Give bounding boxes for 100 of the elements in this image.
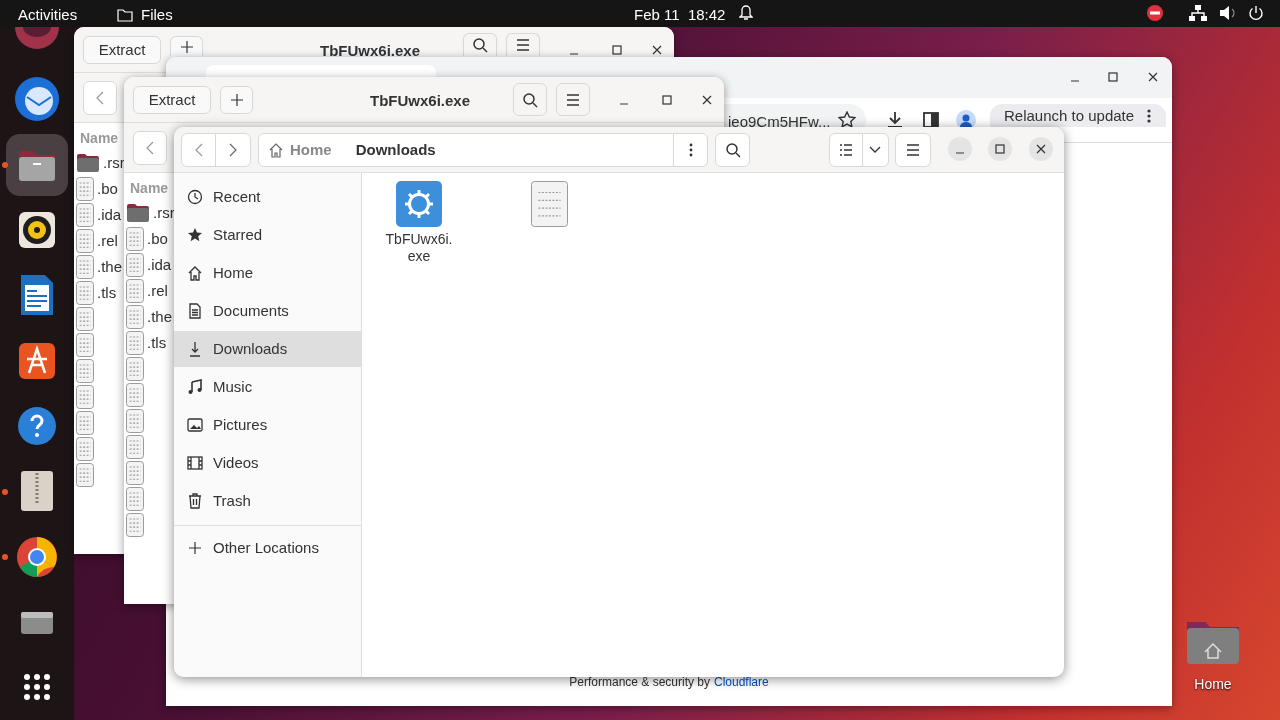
sidebar-item[interactable]: Trash [174,483,361,519]
close-icon [1148,72,1158,82]
file-name: .bo [97,178,118,199]
back-icon [96,91,104,105]
maximize-button[interactable] [988,137,1012,161]
file-name: .the [147,306,173,327]
plus-icon [187,540,203,556]
document-icon [187,303,203,319]
mail-icon [13,75,61,124]
menu-icon [516,39,530,51]
menu-button[interactable] [506,33,540,56]
plus-icon [230,94,243,106]
volume-icon[interactable] [1219,5,1237,21]
activities-button[interactable]: Activities [18,4,78,27]
search-icon [522,91,538,108]
file-name: .bo [147,228,168,249]
path-segment[interactable]: Downloads [355,138,436,162]
image-icon [187,417,203,433]
download-icon[interactable] [887,111,903,129]
column-header: Name [130,179,169,198]
back-icon [146,141,154,155]
extract-button[interactable]: Extract [133,86,211,114]
app-menu-button[interactable]: Files [117,4,173,27]
star-icon[interactable] [838,111,856,129]
relaunch-button[interactable]: Relaunch to update [990,104,1166,127]
menu-button[interactable] [895,133,931,167]
file-name: .tls [147,332,167,353]
more-icon [688,143,693,157]
home-icon [268,142,284,158]
forward-icon [229,143,237,157]
file-name: .ida [147,254,172,275]
path-segment[interactable]: Home [290,138,332,162]
list-view-icon [838,144,853,156]
search-button[interactable] [513,83,547,116]
url-text: jeo9Cm5HFw... [728,112,831,132]
close-button[interactable] [1029,137,1053,161]
home-icon [187,265,203,281]
sidebar-item[interactable]: Home [174,255,361,291]
sidebar-item[interactable]: Music [174,369,361,405]
sidebar-item[interactable]: Other Locations [174,530,361,566]
trash-icon [187,493,203,509]
folder-icon [76,153,100,173]
column-header: Name [80,129,119,148]
add-button[interactable] [170,36,203,56]
add-button[interactable] [220,86,253,114]
file-name: .tls [97,282,117,303]
download-icon [187,341,203,357]
close-icon [702,95,712,105]
sidebar-item[interactable]: Documents [174,293,361,329]
cloudflare-link[interactable]: Cloudflare [714,673,769,691]
extract-button[interactable]: Extract [83,36,161,64]
file-name: .ida [97,204,122,225]
icon-label: Home [1194,675,1232,694]
maximize-icon [662,95,672,105]
file-name: .rel [97,230,118,251]
side-panel-icon[interactable] [923,112,939,128]
browser-icon [13,27,61,49]
search-icon [724,142,741,158]
close-icon [652,45,662,55]
do-not-disturb-icon[interactable] [1146,4,1164,22]
dock-item[interactable] [6,133,68,196]
minimize-icon [955,152,965,154]
menu-button[interactable] [556,83,590,116]
search-button[interactable] [463,33,497,56]
plus-icon [180,40,193,53]
back-icon [194,143,203,157]
file-name: .the [97,256,123,277]
chevron-down-icon [869,146,882,154]
more-icon[interactable] [1147,109,1151,123]
sidebar-item[interactable]: Recent [174,179,361,215]
film-icon [187,455,203,471]
clock-icon [187,189,203,205]
window-title: TbFUwx6i.exe [318,41,421,61]
minimize-button[interactable] [948,137,972,161]
minimize-icon [619,103,629,105]
clock-button[interactable]: Feb 11 18:42 [634,4,726,27]
search-button[interactable] [715,133,750,167]
sidebar-item[interactable]: Starred [174,217,361,253]
file-name: .rel [147,280,168,301]
sidebar-item[interactable]: Videos [174,445,361,481]
close-icon [1036,144,1046,154]
maximize-icon [612,45,622,55]
menu-icon [566,93,580,106]
footer-text: Performance & security by [569,674,710,691]
file-name: .rsr [103,152,125,173]
sidebar-item[interactable]: Downloads [174,331,361,367]
power-icon[interactable] [1248,5,1264,21]
bell-icon[interactable] [739,5,753,21]
binary-file-icon [530,181,568,227]
gear-file-icon [396,181,442,227]
music-note-icon [187,379,203,395]
folder-icon [126,203,150,223]
maximize-icon [1108,72,1118,82]
network-icon[interactable] [1189,5,1207,21]
minimize-icon [1070,80,1080,82]
star-icon [187,227,203,243]
file-name: TbFUwx6i. exe [385,231,453,265]
sidebar-item[interactable]: Pictures [174,407,361,443]
minimize-icon [569,53,579,55]
menu-icon [906,144,920,156]
